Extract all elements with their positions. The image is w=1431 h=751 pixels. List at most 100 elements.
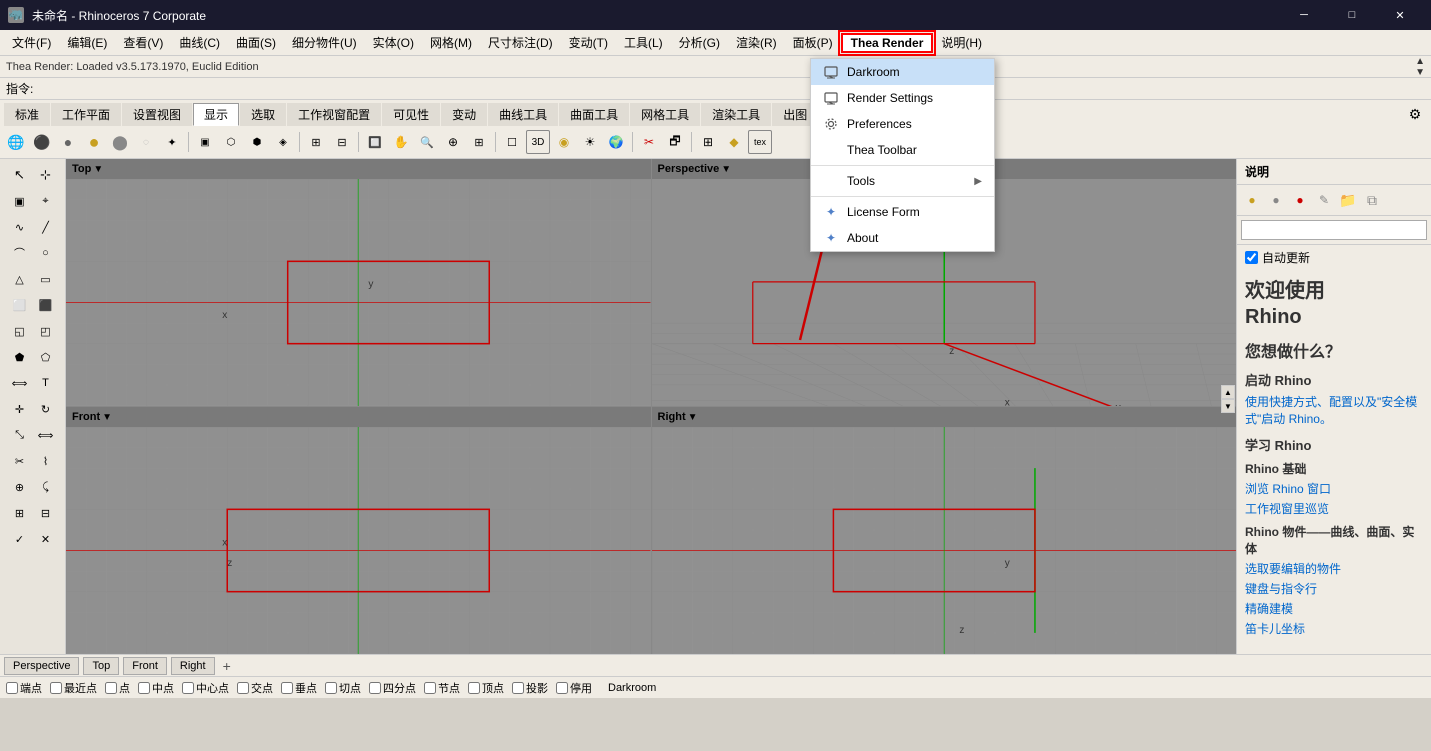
snap-intersect-cb[interactable] [237,682,249,694]
tab-surface-tools[interactable]: 曲面工具 [559,103,629,126]
lt-circle-icon[interactable]: ○ [34,241,58,265]
lt-x-icon[interactable]: ✕ [34,527,58,551]
lt-dim-icon[interactable]: ⟺ [8,371,32,395]
dd-render-settings[interactable]: Render Settings [811,85,994,111]
lt-box-icon[interactable]: ⬜ [8,293,32,317]
snap-tan-cb[interactable] [325,682,337,694]
rp-icon-2[interactable]: ● [1265,189,1287,211]
section2-link5[interactable]: 精确建模 [1245,600,1423,617]
lt-rotate-icon[interactable]: ↻ [34,397,58,421]
section2-link6[interactable]: 笛卡儿坐标 [1245,620,1423,637]
lt-join-icon[interactable]: ⊕ [8,475,32,499]
lt-select2-icon[interactable]: ▣ [8,189,32,213]
maximize-button[interactable]: □ [1329,0,1375,30]
snap-disable-cb[interactable] [556,682,568,694]
tb-xray-icon[interactable]: ✦ [160,130,184,154]
lt-poly-icon[interactable]: △ [8,267,32,291]
scroll-up[interactable]: ▲ [1415,56,1425,67]
rp-icon-4[interactable]: ✎ [1313,189,1335,211]
dd-darkroom[interactable]: Darkroom [811,59,994,85]
right-panel-search-input[interactable] [1241,220,1427,240]
tb-tex-icon[interactable]: tex [748,130,772,154]
snap-mid-cb[interactable] [138,682,150,694]
section2-link2[interactable]: 工作视窗里巡览 [1245,500,1423,517]
menu-tools[interactable]: 工具(L) [616,31,671,54]
tb-globe-icon[interactable]: 🌐 [4,130,28,154]
snap-quad-cb[interactable] [369,682,381,694]
menu-file[interactable]: 文件(F) [4,31,59,54]
section1-link1[interactable]: 使用快捷方式、配置以及"安全模式"启动 Rhino。 [1245,393,1423,427]
tab-visibility[interactable]: 可见性 [382,103,440,126]
section2-link4[interactable]: 键盘与指令行 [1245,580,1423,597]
lt-snap-icon[interactable]: ⊟ [34,501,58,525]
vp-tab-top[interactable]: Top [83,657,119,675]
menu-mesh[interactable]: 网格(M) [422,31,480,54]
tab-curve-tools[interactable]: 曲线工具 [488,103,558,126]
tb-perspective-icon[interactable]: 🔲 [363,130,387,154]
tb-ghosted-icon[interactable]: ◌ [134,130,158,154]
lt-trim-icon[interactable]: ✂ [8,449,32,473]
rp-icon-6[interactable]: ⧉ [1361,189,1383,211]
menu-transform[interactable]: 变动(T) [561,31,616,54]
minimize-button[interactable]: ─ [1281,0,1327,30]
rp-icon-5[interactable]: 📁 [1337,189,1359,211]
viewport-right[interactable]: Right ▼ [652,407,1237,654]
menu-view[interactable]: 查看(V) [115,31,171,54]
snap-perp-cb[interactable] [281,682,293,694]
menu-panel[interactable]: 面板(P) [785,31,841,54]
tb-color-icon[interactable]: ◉ [552,130,576,154]
tb-display1-icon[interactable]: ▣ [193,130,217,154]
lt-mirror-icon[interactable]: ⟺ [34,423,58,447]
tb-cut-icon[interactable]: ✂ [637,130,661,154]
tab-display[interactable]: 显示 [193,103,239,126]
dd-preferences[interactable]: Preferences [811,111,994,137]
menu-thea-render[interactable]: Thea Render [841,33,934,53]
snap-endpoint-cb[interactable] [6,682,18,694]
lt-grid-icon[interactable]: ⊞ [8,501,32,525]
viewport-front-dropdown[interactable]: ▼ [102,412,112,423]
lt-move-icon[interactable]: ✛ [8,397,32,421]
snap-project-cb[interactable] [512,682,524,694]
lt-extrude-icon[interactable]: ⬛ [34,293,58,317]
tb-grid1-icon[interactable]: ⊞ [304,130,328,154]
dd-tools[interactable]: Tools ▶ [811,168,994,194]
tb-box-icon[interactable]: ☐ [500,130,524,154]
menu-subd[interactable]: 细分物件(U) [284,31,365,54]
lt-solid-icon[interactable]: ⬟ [8,345,32,369]
command-input[interactable] [37,80,1425,98]
rp-icon-3[interactable]: ● [1289,189,1311,211]
tb-fit-icon[interactable]: ⊞ [467,130,491,154]
menu-analyze[interactable]: 分析(G) [671,31,728,54]
tab-standard[interactable]: 标准 [4,103,50,126]
settings-icon[interactable]: ⚙ [1403,102,1427,126]
snap-near-cb[interactable] [50,682,62,694]
tab-setview[interactable]: 设置视图 [122,103,192,126]
menu-solid[interactable]: 实体(O) [365,31,422,54]
tb-light-icon[interactable]: ☀ [578,130,602,154]
tab-mesh-tools[interactable]: 网格工具 [630,103,700,126]
tb-shaded-icon[interactable]: ● [82,130,106,154]
lt-rect-icon[interactable]: ▭ [34,267,58,291]
tb-display3-icon[interactable]: ⬢ [245,130,269,154]
vp-tab-perspective[interactable]: Perspective [4,657,79,675]
tb-window-icon[interactable]: 🗗 [663,130,687,154]
dd-license-form[interactable]: ✦ License Form [811,199,994,225]
viewport-right-dropdown[interactable]: ▼ [688,412,698,423]
tb-env-icon[interactable]: 🌍 [604,130,628,154]
close-button[interactable]: ✕ [1377,0,1423,30]
tab-render-tools[interactable]: 渲染工具 [701,103,771,126]
lt-line-icon[interactable]: ╱ [34,215,58,239]
lt-lasso-icon[interactable]: ⌖ [34,189,58,213]
tab-transform[interactable]: 变动 [441,103,487,126]
menu-help[interactable]: 说明(H) [933,31,990,54]
tb-sphere-icon[interactable]: ⚫ [30,130,54,154]
lt-split-icon[interactable]: ⌇ [34,449,58,473]
lt-select-icon[interactable]: ↖ [8,163,32,187]
dd-thea-toolbar[interactable]: Thea Toolbar [811,137,994,163]
lt-surface-icon[interactable]: ◱ [8,319,32,343]
tab-workplane[interactable]: 工作平面 [51,103,121,126]
tb-zoom2-icon[interactable]: ⊕ [441,130,465,154]
dd-about[interactable]: ✦ About [811,225,994,251]
tb-sphere2-icon[interactable]: ● [56,130,80,154]
menu-curve[interactable]: 曲线(C) [171,31,228,54]
